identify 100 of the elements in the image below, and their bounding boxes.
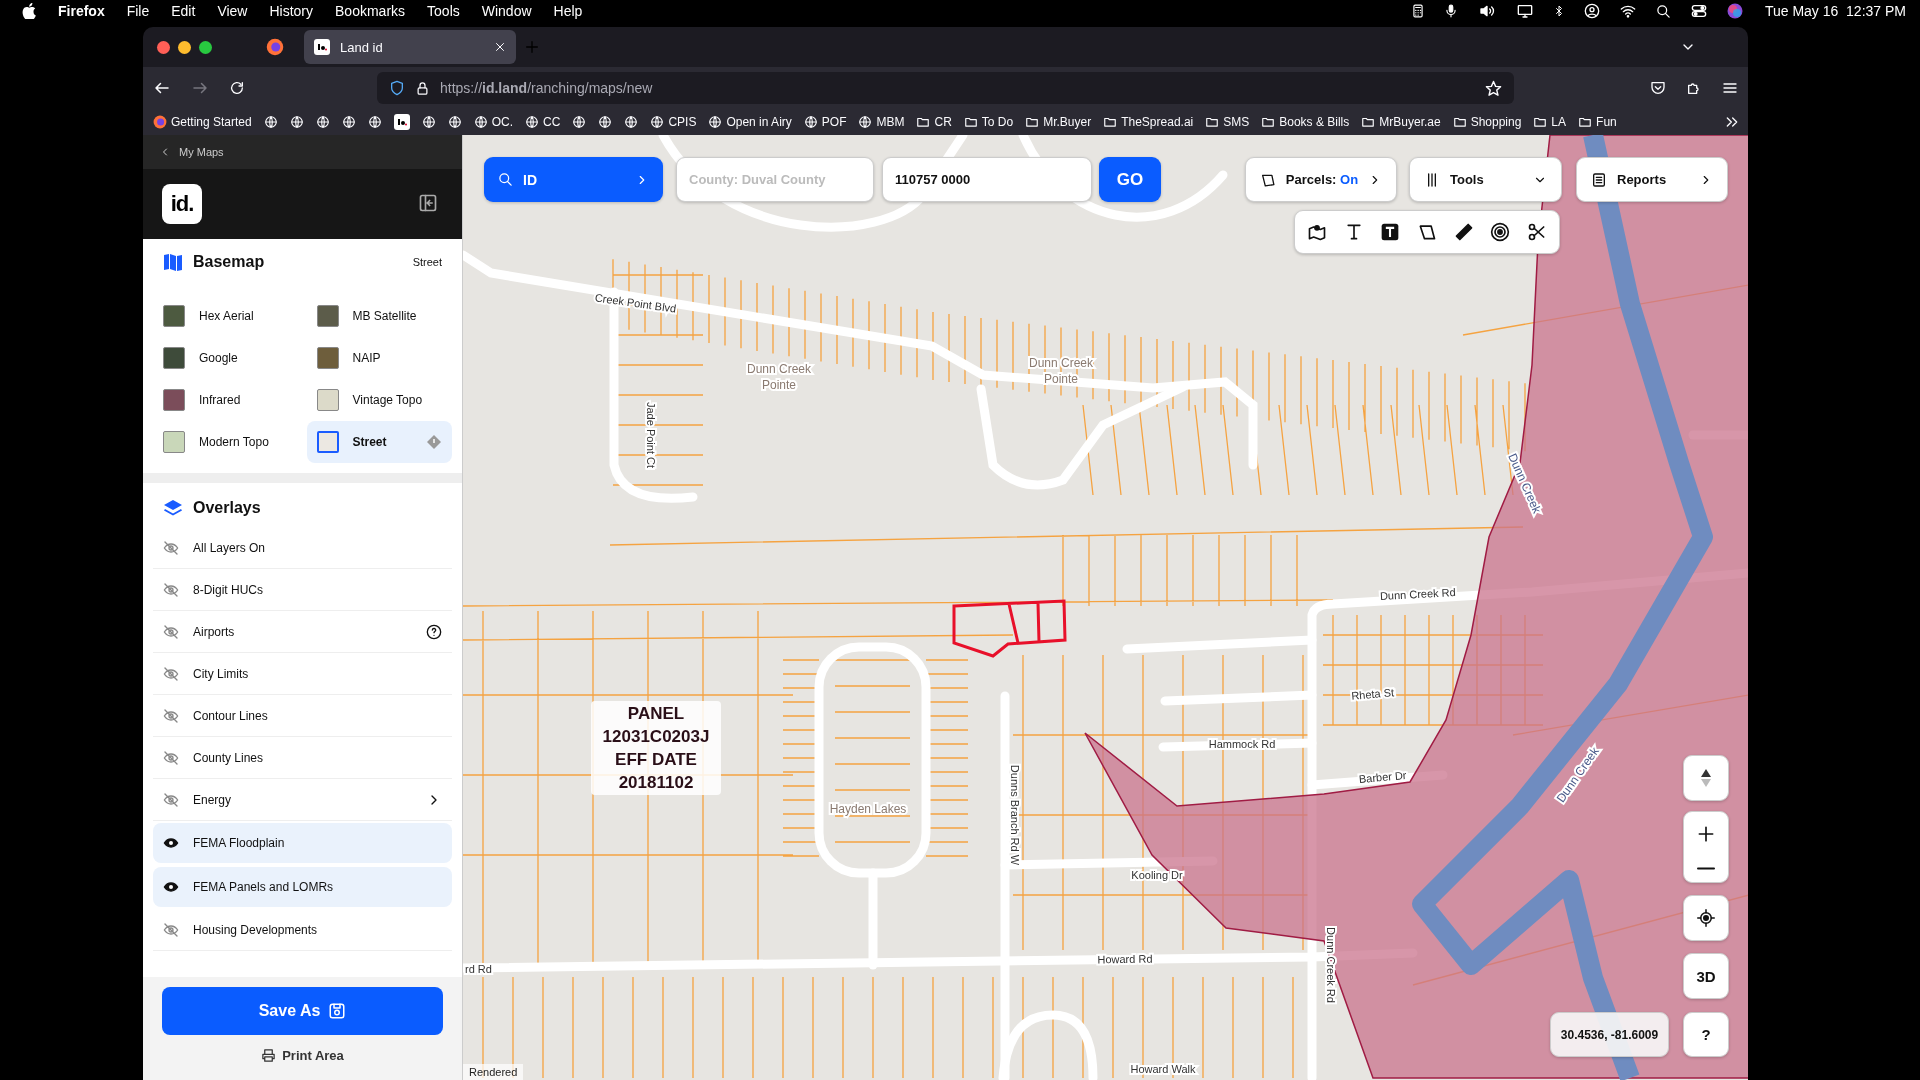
search-icon[interactable] <box>1655 3 1671 19</box>
bookmark[interactable]: Fun <box>1576 115 1619 129</box>
pocket-icon[interactable] <box>1650 80 1666 96</box>
extensions-icon[interactable] <box>1686 80 1702 96</box>
bookmark[interactable]: Books & Bills <box>1259 115 1352 129</box>
control-center-icon[interactable] <box>1689 3 1708 19</box>
bookmark[interactable]: To Do <box>961 115 1016 129</box>
print-area-button[interactable]: Print Area <box>255 1047 350 1064</box>
bookmark[interactable]: Getting Started <box>151 115 254 129</box>
search-mode-button[interactable]: ID <box>484 157 663 202</box>
3d-view-button[interactable]: 3D <box>1683 953 1729 999</box>
coordinates-display: 30.4536, -81.6009 <box>1550 1012 1669 1057</box>
bookmark[interactable]: MBM <box>856 115 907 129</box>
bookmark[interactable]: OC. <box>471 115 516 129</box>
menu-icon[interactable] <box>1722 80 1738 96</box>
overlay-item[interactable]: 8-Digit HUCs <box>153 569 452 611</box>
menu-item[interactable]: File <box>126 3 150 19</box>
apple-logo-icon[interactable] <box>22 3 36 19</box>
browser-tab[interactable]: Land id <box>304 30 516 64</box>
basemap-option[interactable]: Modern Topo <box>153 421 299 463</box>
bookmark[interactable]: SMS <box>1203 115 1252 129</box>
menu-item[interactable]: Tools <box>427 3 460 19</box>
basemap-option[interactable]: Street <box>306 421 452 463</box>
bookmark[interactable] <box>391 114 412 130</box>
firefox-icon[interactable] <box>266 38 284 56</box>
bookmark[interactable]: LA <box>1531 115 1569 129</box>
basemap-option[interactable]: Hex Aerial <box>153 295 299 337</box>
text-box-tool[interactable] <box>1380 222 1401 242</box>
overlay-item[interactable]: Contour Lines <box>153 695 452 737</box>
parcel-id-field[interactable]: 110757 0000 <box>882 157 1092 202</box>
overlay-item[interactable]: FEMA Floodplain <box>153 823 452 863</box>
menu-item[interactable]: History <box>269 3 314 19</box>
firefox-icon <box>153 115 167 129</box>
menu-item[interactable]: Window <box>481 3 532 19</box>
menu-item[interactable]: Bookmarks <box>335 3 406 19</box>
tools-dropdown[interactable]: Tools <box>1409 157 1562 202</box>
folder-icon <box>1533 115 1548 129</box>
minimize-window-button[interactable] <box>178 40 191 54</box>
display-icon[interactable] <box>1515 3 1534 19</box>
help-button[interactable]: ? <box>1683 1012 1729 1057</box>
eye-off-icon <box>163 921 179 938</box>
bookmark[interactable]: CC <box>523 115 563 129</box>
basemap-option[interactable]: MB Satellite <box>306 295 452 337</box>
help-icon[interactable] <box>426 623 442 640</box>
microphone-icon[interactable] <box>1443 3 1458 19</box>
overlay-item[interactable]: City Limits <box>153 653 452 695</box>
bookmark[interactable]: Open in Airy <box>706 115 794 129</box>
user-circle-icon[interactable] <box>1583 3 1600 19</box>
globe-icon <box>367 115 382 129</box>
map-label: Dunns Branch Rd W <box>1009 764 1021 866</box>
bookmark[interactable]: TheSpread.ai <box>1101 115 1196 129</box>
overlay-item[interactable]: Energy <box>153 779 452 821</box>
go-button[interactable]: GO <box>1099 157 1161 202</box>
wifi-icon[interactable] <box>1618 3 1637 19</box>
siri-icon[interactable] <box>1726 3 1743 19</box>
menu-item[interactable]: Edit <box>171 3 196 19</box>
app-menu[interactable]: Firefox <box>58 3 105 19</box>
overlay-item[interactable]: Airports <box>153 611 452 653</box>
menu-item[interactable]: View <box>217 3 248 19</box>
save-as-button[interactable]: Save As <box>162 987 443 1035</box>
map-label: Hayden Lakes <box>829 802 907 816</box>
bookmark[interactable]: CR <box>914 115 954 129</box>
zoom-out-button[interactable] <box>1697 867 1715 871</box>
locate-button[interactable] <box>1683 895 1729 941</box>
map-label: Rheta St <box>1350 686 1395 702</box>
parcels-toggle-button[interactable]: Parcels: On <box>1245 157 1397 202</box>
text-box-icon <box>1380 222 1401 242</box>
overlay-item[interactable]: All Layers On <box>153 527 452 569</box>
overlay-item[interactable]: County Lines <box>153 737 452 779</box>
reports-button[interactable]: Reports <box>1576 157 1728 202</box>
basemap-option[interactable]: NAIP <box>306 337 452 379</box>
buffer-tool[interactable] <box>1490 222 1511 242</box>
more-bookmarks-icon[interactable] <box>1724 114 1740 130</box>
back-link[interactable]: My Maps <box>143 135 462 169</box>
bookmark[interactable]: MrBuyer.ae <box>1359 115 1443 129</box>
menu-item[interactable]: Help <box>553 3 583 19</box>
address-bar[interactable]: https://id.land/ranching/maps/new <box>377 72 1514 104</box>
app-logo: id. <box>162 184 202 224</box>
bookmark[interactable]: CPIS <box>648 115 699 129</box>
close-window-button[interactable] <box>157 40 170 54</box>
basemap-option[interactable]: Vintage Topo <box>306 379 452 421</box>
maximize-window-button[interactable] <box>199 40 212 54</box>
globe-icon <box>572 115 587 129</box>
calculator-icon[interactable] <box>1410 3 1425 19</box>
basemap-thumbnail <box>316 431 339 453</box>
globe-icon <box>473 115 488 129</box>
bookmark[interactable]: POF <box>801 115 849 129</box>
reload-icon[interactable] <box>229 80 245 96</box>
basemap-option[interactable]: Infrared <box>153 379 299 421</box>
bookmark[interactable]: Mr.Buyer <box>1023 115 1094 129</box>
basemap-option[interactable]: Google <box>153 337 299 379</box>
star-icon[interactable] <box>1485 79 1502 97</box>
parcel-map-tool[interactable] <box>1307 222 1327 242</box>
overlay-item[interactable]: Housing Developments <box>153 909 452 951</box>
ruler-tool[interactable] <box>1453 222 1474 242</box>
bookmark[interactable]: Shopping <box>1450 115 1524 129</box>
overlay-item[interactable]: FEMA Panels and LOMRs <box>153 867 452 907</box>
compass-button[interactable] <box>1683 755 1729 801</box>
split-tool[interactable] <box>1526 222 1547 242</box>
county-field[interactable]: County: Duval County <box>676 157 874 202</box>
